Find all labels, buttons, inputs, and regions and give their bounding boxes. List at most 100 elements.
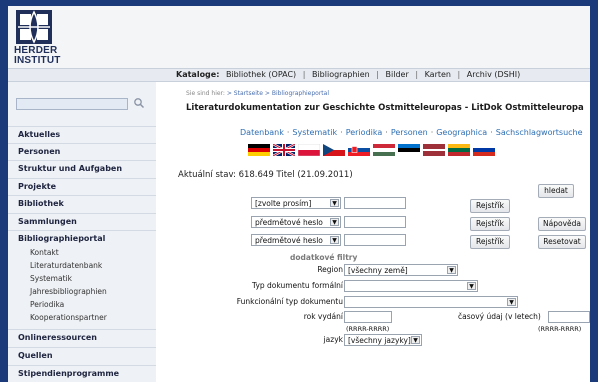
formal-type-label: Typ dokumentu formální <box>252 281 343 290</box>
tab-separator: · <box>385 128 388 137</box>
flag-lt-icon[interactable] <box>448 144 470 156</box>
language-flags <box>248 144 498 156</box>
catalog-label: Kataloge: <box>176 70 220 79</box>
sidebar-item-personen[interactable]: Personen <box>8 143 156 159</box>
flag-ru-icon[interactable] <box>473 144 495 156</box>
region-label: Region <box>317 265 343 274</box>
field-select-3[interactable]: předmětové heslo ▼ <box>251 234 341 246</box>
help-button[interactable]: Nápověda <box>538 217 586 231</box>
logo-mark-icon <box>16 10 52 44</box>
language-select[interactable]: [všechny jazyky] ▼ <box>344 334 422 346</box>
flag-pl-icon[interactable] <box>298 144 320 156</box>
search-term-input-1[interactable] <box>344 197 406 209</box>
functional-type-label: Funkcionální typ dokumentu <box>236 297 343 306</box>
index-button-3[interactable]: Rejstřík <box>470 235 510 249</box>
search-icon[interactable] <box>133 97 145 109</box>
sidebar-item-aktuelles[interactable]: Aktuelles <box>8 126 156 142</box>
region-select[interactable]: [všechny země] ▼ <box>344 264 458 276</box>
functional-type-select[interactable]: ▼ <box>344 296 518 308</box>
index-button-1[interactable]: Rejstřík <box>470 199 510 213</box>
year-input[interactable] <box>344 311 392 323</box>
sidebar-subitem-kontakt[interactable]: Kontakt <box>8 247 156 259</box>
index-button-2[interactable]: Rejstřík <box>470 217 510 231</box>
field-select-1-value: [zvolte prosím] <box>255 199 312 208</box>
flag-ee-icon[interactable] <box>398 144 420 156</box>
chevron-down-icon: ▼ <box>330 236 339 244</box>
field-select-2-value: předmětové heslo <box>255 218 323 227</box>
catalog-link-bilder[interactable]: Bilder <box>386 70 409 79</box>
catalog-separator: | <box>457 70 461 79</box>
breadcrumb-link-startseite[interactable]: > Startseite <box>227 90 263 97</box>
time-input[interactable] <box>548 311 590 323</box>
tab-systematik[interactable]: Systematik <box>292 128 337 137</box>
field-select-3-value: předmětové heslo <box>255 236 323 245</box>
tab-periodika[interactable]: Periodika <box>346 128 383 137</box>
sidebar-item-bibliothek[interactable]: Bibliothek <box>8 195 156 211</box>
sidebar-item-onlineressourcen[interactable]: Onlineressourcen <box>8 329 156 345</box>
formal-type-select[interactable]: ▼ <box>344 280 478 292</box>
flag-de-icon[interactable] <box>248 144 270 156</box>
logo-line2: INSTITUT <box>14 55 61 66</box>
database-status: Aktuální stav: 618.649 Titel (21.09.2011… <box>178 170 353 180</box>
sidebar-item-quellen[interactable]: Quellen <box>8 347 156 363</box>
sidebar-subitem-literaturdatenbank[interactable]: Literaturdatenbank <box>8 260 156 272</box>
logo-text: HERDER INSTITUT <box>14 46 61 66</box>
catalog-link-opac[interactable]: Bibliothek (OPAC) <box>226 70 296 79</box>
catalog-link-archiv[interactable]: Archiv (DSHI) <box>467 70 520 79</box>
year-format-hint: (RRRR-RRRR) <box>346 325 390 333</box>
sidebar-item-struktur[interactable]: Struktur und Aufgaben <box>8 160 156 176</box>
region-select-value: [všechny země] <box>348 266 408 275</box>
chevron-down-icon: ▼ <box>330 218 339 226</box>
time-label: časový údaj (v letech) <box>458 312 541 321</box>
catalog-separator: | <box>376 70 379 79</box>
sidebar-subitem-systematik[interactable]: Systematik <box>8 273 156 285</box>
search-term-input-2[interactable] <box>344 216 406 228</box>
breadcrumb-prefix: Sie sind hier: <box>186 90 225 97</box>
language-label: jazyk <box>323 335 343 344</box>
tab-separator: · <box>490 128 493 137</box>
search-button[interactable]: hledat <box>538 184 574 198</box>
database-nav: Datenbank · Systematik · Periodika · Personen ·… <box>240 128 583 137</box>
flag-hu-icon[interactable] <box>373 144 395 156</box>
field-select-2[interactable]: předmětové heslo ▼ <box>251 216 341 228</box>
catalog-bar: Kataloge: Bibliothek (OPAC) | Bibliograp… <box>8 68 590 82</box>
year-label: rok vydání <box>303 312 343 321</box>
site-header: HERDER INSTITUT <box>8 6 590 68</box>
sidebar-subitem-kooperationspartner[interactable]: Kooperationspartner <box>8 312 156 324</box>
tab-personen[interactable]: Personen <box>391 128 428 137</box>
flag-gb-icon[interactable] <box>273 144 295 156</box>
flag-sk-icon[interactable] <box>348 144 370 156</box>
herder-logo[interactable]: HERDER INSTITUT <box>14 10 68 66</box>
chevron-down-icon: ▼ <box>411 336 420 344</box>
flag-lv-icon[interactable] <box>423 144 445 156</box>
sidebar-subitem-jahresbibliographien[interactable]: Jahresbibliographien <box>8 286 156 298</box>
tab-geographica[interactable]: Geographica <box>436 128 487 137</box>
tab-sachschlagwortsuche[interactable]: Sachschlagwortsuche <box>496 128 583 137</box>
chevron-down-icon: ▼ <box>330 199 339 207</box>
reset-button[interactable]: Resetovat <box>538 235 586 249</box>
sidebar: Aktuelles Personen Struktur und Aufgaben… <box>8 82 156 382</box>
catalog-link-bibliographien[interactable]: Bibliographien <box>312 70 370 79</box>
catalog-link-karten[interactable]: Karten <box>425 70 451 79</box>
tab-separator: · <box>430 128 434 137</box>
flag-cz-icon[interactable] <box>323 144 345 156</box>
catalog-separator: | <box>415 70 419 79</box>
sidebar-item-projekte[interactable]: Projekte <box>8 178 156 194</box>
field-select-1[interactable]: [zvolte prosím] ▼ <box>251 197 341 209</box>
filters-heading: dodatkové filtry <box>290 253 358 262</box>
sidebar-item-bibliographieportal[interactable]: Bibliographieportal <box>8 230 156 246</box>
page-title: Literaturdokumentation zur Geschichte Os… <box>186 103 584 113</box>
breadcrumb: Sie sind hier: > Startseite > Bibliograp… <box>186 90 329 97</box>
breadcrumb-link-bibliographieportal[interactable]: > Bibliographieportal <box>265 90 329 97</box>
catalog-separator: | <box>302 70 306 79</box>
tab-datenbank[interactable]: Datenbank <box>240 128 284 137</box>
chevron-down-icon: ▼ <box>467 282 476 290</box>
site-search-input[interactable] <box>16 98 128 110</box>
page-frame: HERDER INSTITUT Kataloge: Bibliothek (OP… <box>8 6 590 382</box>
search-term-input-3[interactable] <box>344 234 406 246</box>
chevron-down-icon: ▼ <box>507 298 516 306</box>
sidebar-subitem-periodika[interactable]: Periodika <box>8 299 156 311</box>
tab-separator: · <box>340 128 343 137</box>
sidebar-item-sammlungen[interactable]: Sammlungen <box>8 213 156 229</box>
sidebar-item-stipendienprogramme[interactable]: Stipendienprogramme <box>8 365 156 381</box>
